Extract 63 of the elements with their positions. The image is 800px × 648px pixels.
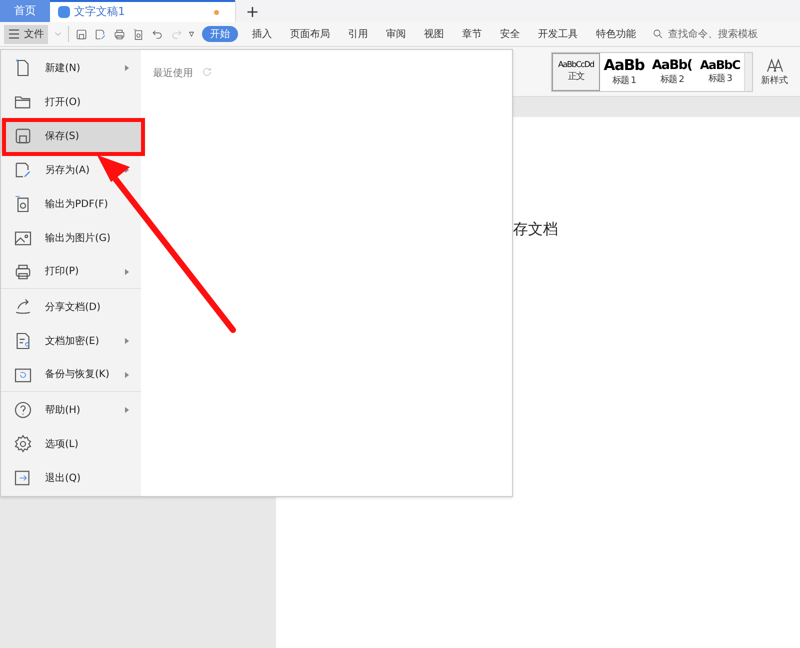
- ribbon-tab[interactable]: 安全: [494, 26, 526, 42]
- menu-item[interactable]: 打开(O): [1, 85, 141, 119]
- ribbon-tab[interactable]: 引用: [342, 26, 374, 42]
- menu-icon: [8, 29, 20, 39]
- style-name: 标题 2: [660, 76, 684, 84]
- menu-item[interactable]: 帮助(H): [1, 393, 141, 427]
- style-option[interactable]: AaBbC 标题 3: [696, 52, 744, 90]
- menu-item[interactable]: 文档加密(E): [1, 324, 141, 358]
- gallery-scrollbar[interactable]: [744, 52, 752, 90]
- ribbon-tab[interactable]: 审阅: [380, 26, 412, 42]
- share-icon: [13, 297, 33, 317]
- ribbon-tab[interactable]: 插入: [246, 26, 278, 42]
- undo-icon: [151, 28, 164, 40]
- new-style-button[interactable]: 新样式: [761, 54, 788, 88]
- style-sample: AaBbCcDd: [558, 61, 594, 69]
- ribbon-tab[interactable]: 开始: [202, 26, 238, 42]
- document-icon: [58, 6, 70, 18]
- menu-item[interactable]: 新建(N): [1, 51, 141, 85]
- menu-item[interactable]: 输出为图片(G): [1, 221, 141, 255]
- redo-icon: [170, 28, 183, 40]
- ribbon-tab[interactable]: 开发工具: [532, 26, 584, 42]
- style-sample: AaBbC: [700, 59, 740, 71]
- search-icon: [652, 28, 664, 40]
- menu-item[interactable]: 选项(L): [1, 427, 141, 461]
- help-icon: [13, 400, 33, 420]
- style-name: 标题 1: [612, 76, 636, 86]
- printer-icon: [113, 28, 126, 40]
- style-option[interactable]: AaBb 标题 1: [600, 52, 648, 90]
- caret-icon: [54, 30, 62, 38]
- ribbon-tab[interactable]: 页面布局: [284, 26, 336, 42]
- ribbon-tab[interactable]: 视图: [418, 26, 450, 42]
- style-option[interactable]: AaBbCcDd 正文: [552, 52, 600, 90]
- menu-item[interactable]: 退出(Q): [1, 461, 141, 495]
- tab-title: 文字文稿1: [74, 4, 125, 20]
- menu-item[interactable]: 另存为(A): [1, 153, 141, 187]
- ribbon-tab[interactable]: 章节: [456, 26, 488, 42]
- file-menu-button[interactable]: 文件: [4, 24, 48, 44]
- save-as-icon: [13, 160, 33, 180]
- submenu-arrow-icon: [125, 407, 129, 413]
- recent-heading: 最近使用: [153, 66, 193, 81]
- submenu-arrow-icon: [125, 372, 129, 378]
- style-name: 正文: [568, 73, 584, 82]
- search-field[interactable]: 查找命令、搜索模板: [652, 26, 758, 42]
- document-tab[interactable]: 文字文稿1: [50, 0, 235, 22]
- style-sample: AaBb: [604, 58, 644, 72]
- settings-icon: [13, 434, 33, 454]
- save-icon: [13, 126, 33, 146]
- submenu-arrow-icon: [125, 65, 129, 71]
- menu-item[interactable]: 输出为PDF(F): [1, 187, 141, 221]
- submenu-arrow-icon: [125, 268, 129, 274]
- document-text: 存文档: [513, 220, 558, 238]
- style-sample: AaBb(: [652, 58, 692, 72]
- menu-item[interactable]: 分享文档(D): [1, 290, 141, 324]
- refresh-icon: [201, 66, 213, 78]
- style-option[interactable]: AaBb( 标题 2: [648, 52, 696, 90]
- more-button[interactable]: ▿: [189, 26, 194, 42]
- style-name: 标题 3: [708, 75, 732, 84]
- submenu-arrow-icon: [125, 338, 129, 344]
- menu-item[interactable]: 打印(P): [1, 255, 141, 289]
- save-icon: [75, 28, 88, 40]
- ribbon-tab[interactable]: 特色功能: [590, 26, 642, 42]
- preview-icon: [132, 28, 145, 40]
- menu-item[interactable]: 备份与恢复(K): [1, 358, 141, 392]
